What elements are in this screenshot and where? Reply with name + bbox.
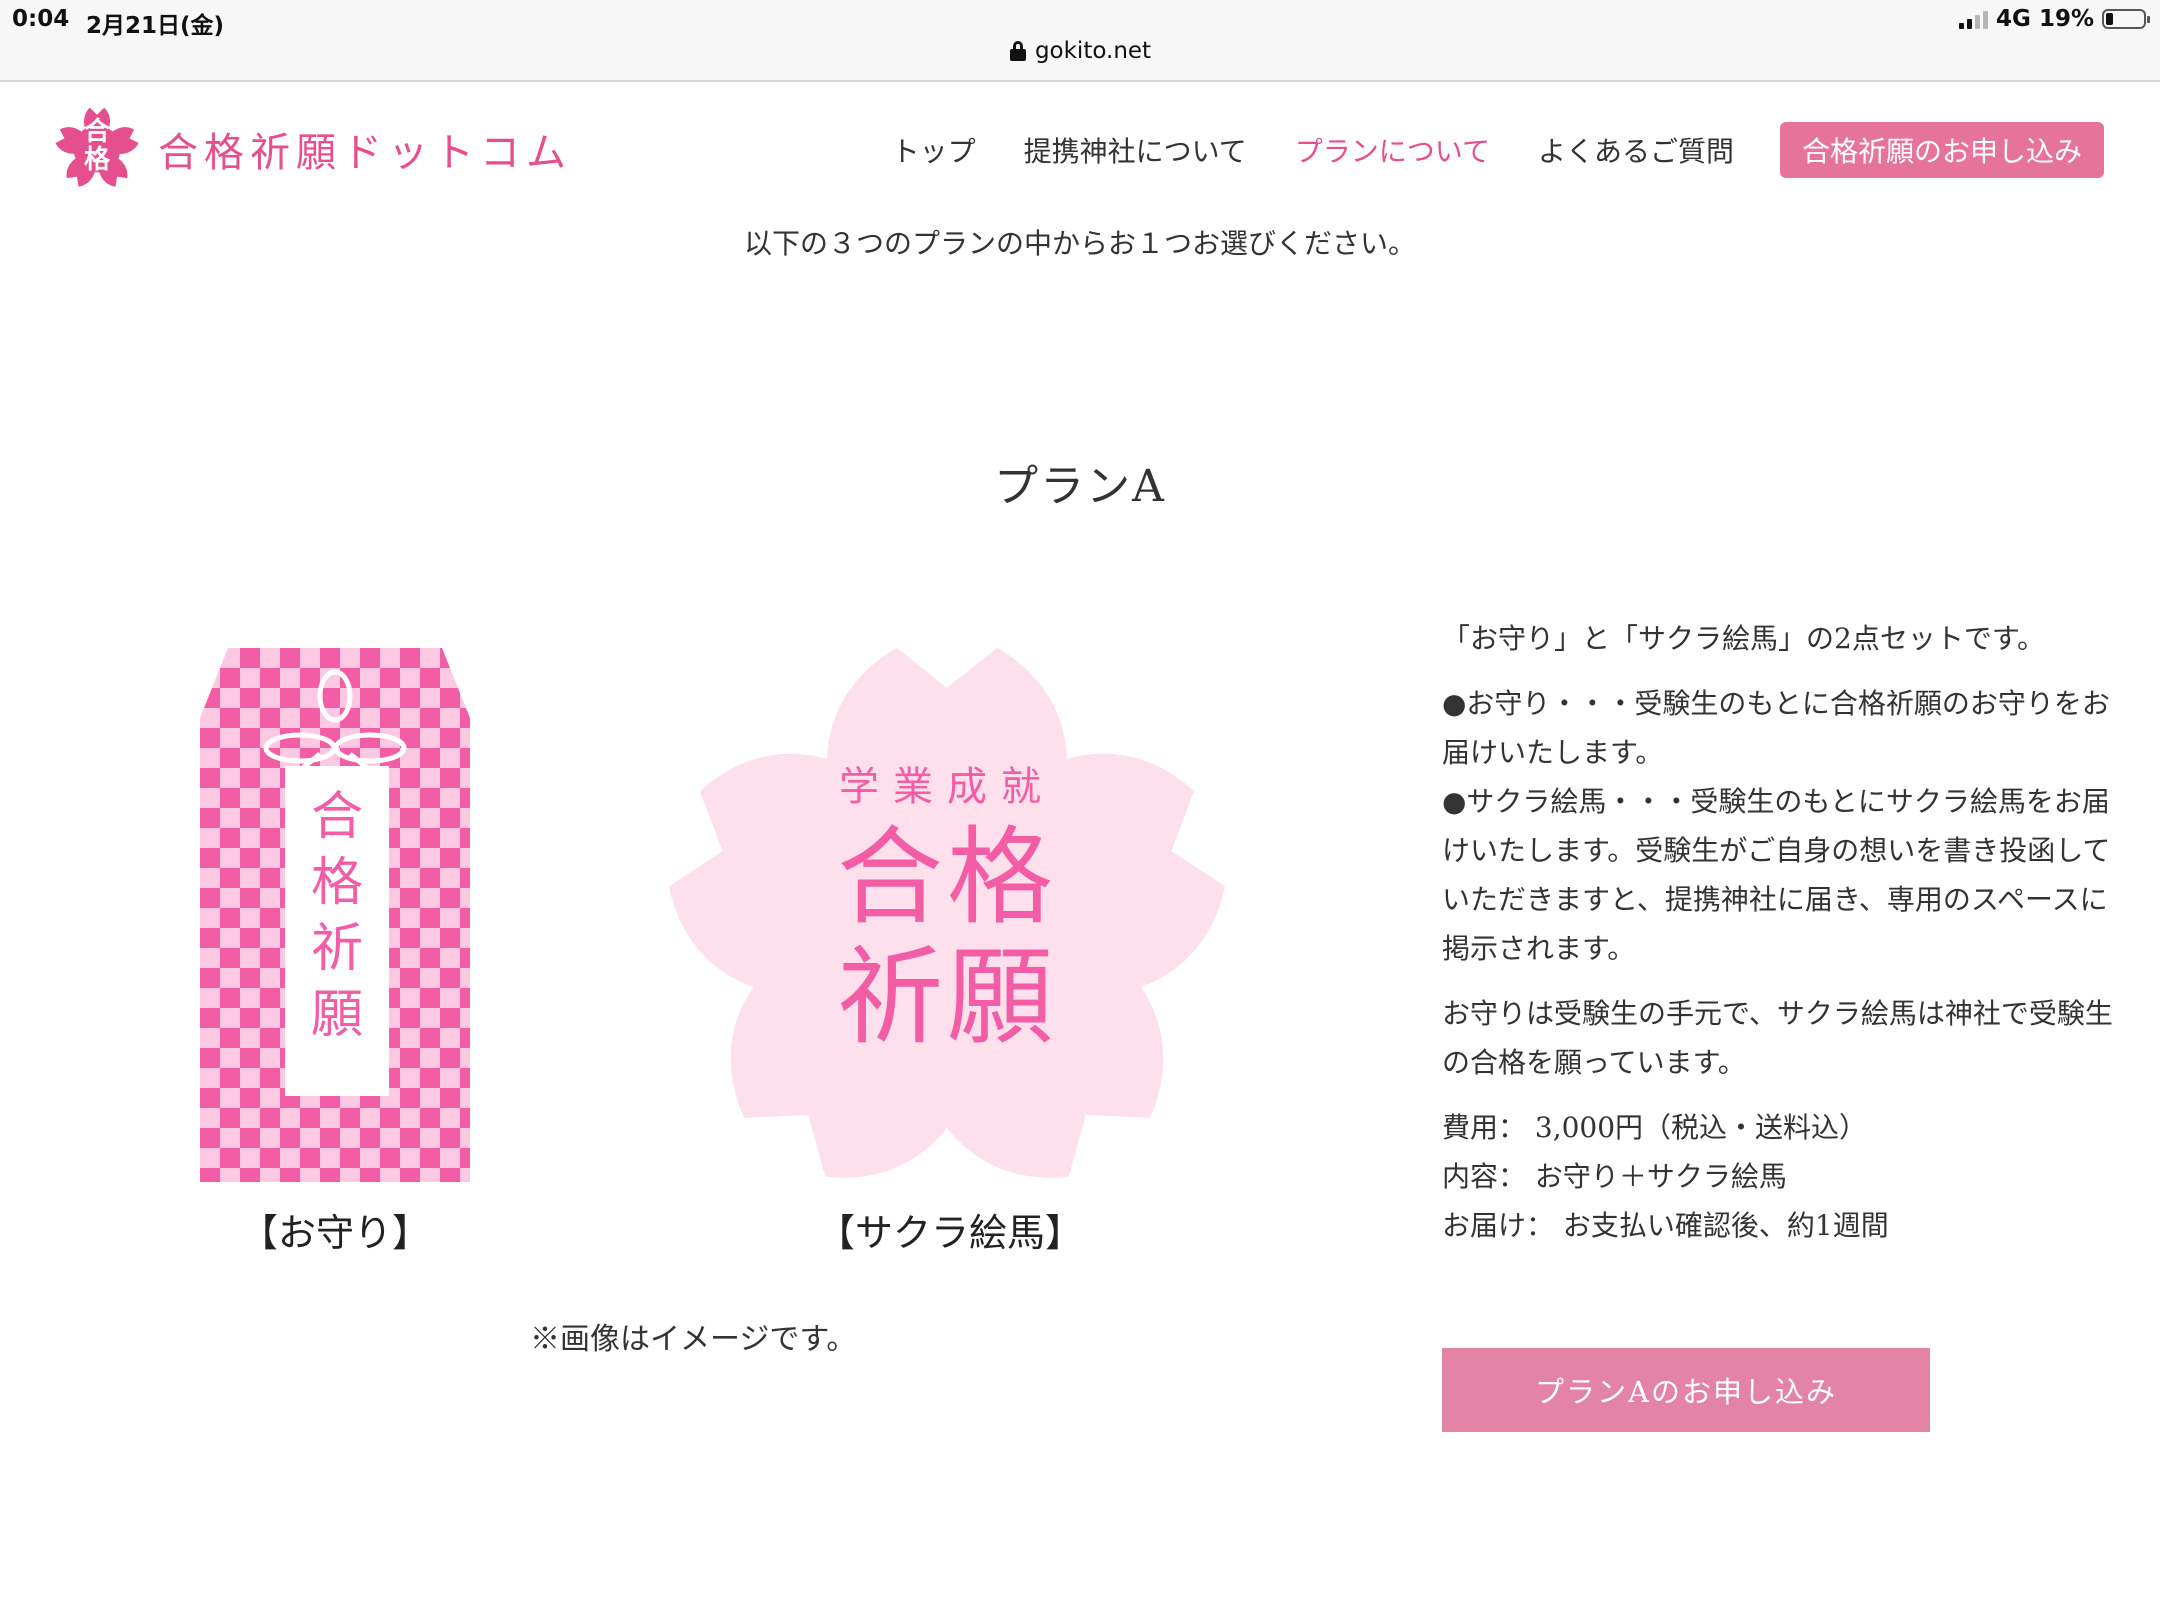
plan-cost: 費用： 3,000円（税込・送料込）	[1442, 1111, 1868, 1144]
plan-delivery: お届け： お支払い確認後、約1週間	[1442, 1209, 1889, 1242]
omamori-caption: 【お守り】	[239, 1211, 430, 1255]
nav-faq[interactable]: よくあるご質問	[1538, 130, 1734, 170]
ema-subtitle: 学業成就	[839, 764, 1055, 810]
status-date: 2月21日(金)	[86, 13, 225, 39]
main-nav: トップ 提携神社について プランについて よくあるご質問 合格祈願のお申し込み	[844, 122, 2104, 178]
lock-icon	[1009, 41, 1027, 61]
network-label: 4G	[1996, 6, 2031, 32]
status-indicators: 4G 19%	[1959, 6, 2150, 32]
signal-icon	[1959, 9, 1989, 29]
address-bar[interactable]: gokito.net	[0, 38, 2160, 64]
battery-percent: 19%	[2038, 6, 2094, 32]
battery-icon	[2102, 9, 2150, 29]
site-name: 合格祈願ドットコム	[158, 130, 572, 176]
nav-partner-shrines[interactable]: 提携神社について	[1024, 130, 1247, 170]
ema-caption: 【サクラ絵馬】	[816, 1211, 1083, 1255]
plan-lead: 「お守り」と「サクラ絵馬」の2点セットです。	[1442, 622, 2046, 655]
omamori-char-3: 祈	[311, 919, 363, 979]
nav-plans[interactable]: プランについて	[1295, 130, 1490, 170]
plan-item-ema: ●サクラ絵馬・・・受験生のもとにサクラ絵馬をお届けいたします。受験生がご自身の想…	[1442, 785, 2111, 965]
plan-contents: 内容： お守り＋サクラ絵馬	[1442, 1160, 1787, 1193]
site-header: 合 格 合格祈願ドットコム トップ 提携神社について プランについて よくあるご…	[0, 82, 2160, 212]
logo-mark-char-1: 合	[83, 117, 110, 147]
plan-item-omamori: ●お守り・・・受験生のもとに合格祈願のお守りをお届けいたします。	[1442, 687, 2110, 769]
plan-summary: お守りは受験生の手元で、サクラ絵馬は神社で受験生の合格を願っています。	[1442, 997, 2113, 1079]
site-logo[interactable]: 合 格 合格祈願ドットコム	[52, 104, 572, 194]
omamori-char-1: 合	[311, 787, 363, 847]
image-note: ※画像はイメージです。	[530, 1322, 857, 1357]
omamori-image: 合 格 祈 願	[200, 648, 470, 1182]
plan-title: プランA	[994, 461, 1166, 512]
logo-mark-char-2: 格	[83, 145, 110, 175]
sakura-logo-icon: 合 格	[52, 104, 142, 194]
plan-a-apply-button[interactable]: プランAのお申し込み	[1442, 1348, 1930, 1432]
omamori-char-2: 格	[311, 853, 363, 913]
header-apply-button[interactable]: 合格祈願のお申し込み	[1779, 122, 2104, 178]
status-time: 0:04	[12, 6, 70, 32]
omamori-char-4: 願	[311, 985, 363, 1045]
intro-text: 以下の３つのプランの中からお１つお選びください。	[743, 227, 1416, 260]
status-bar: 0:04 2月21日(金) 4G 19% gokito.net	[0, 0, 2160, 82]
sakura-ema-image: 学業成就 合格 祈願	[666, 648, 1228, 1182]
plan-description: 「お守り」と「サクラ絵馬」の2点セットです。 ●お守り・・・受験生のもとに合格祈…	[1442, 614, 2132, 1250]
ema-line-1: 合格	[837, 816, 1057, 939]
nav-top[interactable]: トップ	[892, 130, 976, 170]
ema-line-2: 祈願	[837, 936, 1057, 1059]
url-text: gokito.net	[1034, 38, 1152, 64]
